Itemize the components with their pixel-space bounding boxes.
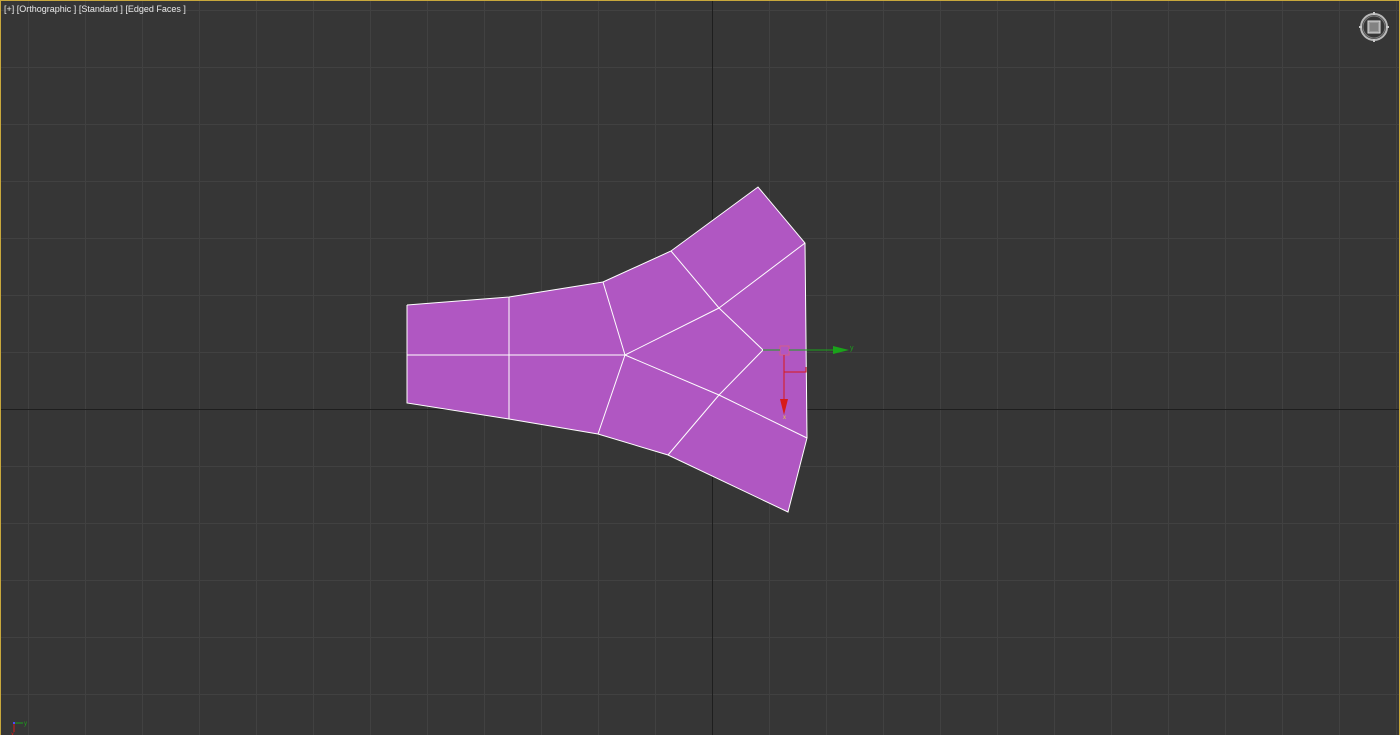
gizmo-x-label: x: [783, 415, 786, 421]
viewport-canvas[interactable]: y x: [1, 1, 1400, 735]
viewport-menu-button[interactable]: [+]: [4, 4, 14, 14]
viewcube-icon[interactable]: [1358, 11, 1390, 43]
perspective-viewport[interactable]: y x [+] [Orthographic ] [Standard ] [Edg…: [0, 0, 1400, 735]
corner-axis-y-label: y: [24, 721, 27, 727]
mesh-plane[interactable]: [406, 186, 808, 513]
mesh-face-fill: [407, 187, 807, 512]
viewport-label-bar: [+] [Orthographic ] [Standard ] [Edged F…: [4, 4, 186, 14]
viewport-shading-button[interactable]: [Standard ]: [79, 4, 123, 14]
viewport-view-button[interactable]: [Orthographic ]: [17, 4, 77, 14]
gizmo-y-label: y: [850, 345, 854, 352]
viewport-display-button[interactable]: [Edged Faces ]: [125, 4, 186, 14]
axis-tripod-icon: y x: [11, 721, 27, 735]
